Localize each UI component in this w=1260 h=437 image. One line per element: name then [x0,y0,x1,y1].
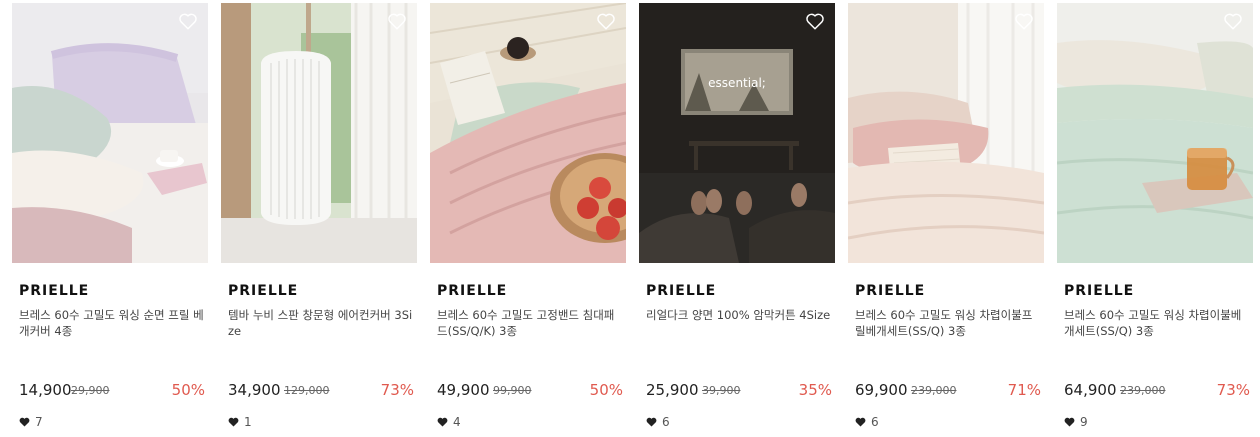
discount-rate: 50% [171,381,205,399]
like-count: 9 [1064,414,1088,430]
discount-rate: 73% [1216,381,1250,399]
original-price: 99,900 [493,384,532,397]
price-row: 69,900 239,000 71% [855,381,1041,401]
original-price: 29,900 [71,384,110,397]
discount-rate: 35% [798,381,832,399]
like-count: 1 [228,414,252,430]
price-row: 64,900 239,000 73% [1064,381,1250,401]
product-image[interactable] [848,3,1044,263]
lavender-frill-pillow-photo [12,3,208,263]
sale-price: 14,900 [19,381,72,399]
product-card[interactable]: PRIELLE 브레스 60수 고밀도 워싱 차렵이불베개세트(SS/Q) 3종… [1057,0,1253,437]
wishlist-heart-icon[interactable] [805,12,825,30]
product-card[interactable]: PRIELLE 템바 누비 스판 창문형 에어컨커버 3Size 34,900 … [221,0,417,437]
sale-price: 25,900 [646,381,699,399]
wishlist-heart-icon[interactable] [1014,12,1034,30]
projector-screen-text: essential; [708,76,766,90]
discount-rate: 73% [380,381,414,399]
product-title[interactable]: 브레스 60수 고밀도 워싱 순면 프릴 베개커버 4종 [19,307,205,339]
product-image[interactable] [1057,3,1253,263]
heart-filled-icon [228,417,239,427]
price-row: 25,900 39,900 35% [646,381,832,401]
product-image[interactable]: essential; [639,3,835,263]
mattress-pad-photo [430,3,626,263]
product-grid: PRIELLE 브레스 60수 고밀도 워싱 순면 프릴 베개커버 4종 14,… [0,0,1260,437]
like-count: 6 [855,414,879,430]
product-card[interactable]: PRIELLE 브레스 60수 고밀도 고정밴드 침대패드(SS/Q/K) 3종… [430,0,626,437]
sale-price: 69,900 [855,381,908,399]
like-count-value: 4 [453,415,461,429]
discount-rate: 50% [589,381,623,399]
heart-filled-icon [1064,417,1075,427]
original-price: 239,000 [911,384,957,397]
like-count-value: 7 [35,415,43,429]
brand-name: PRIELLE [228,283,299,299]
price-row: 49,900 99,900 50% [437,381,623,401]
discount-rate: 71% [1007,381,1041,399]
product-card[interactable]: PRIELLE 브레스 60수 고밀도 워싱 순면 프릴 베개커버 4종 14,… [12,0,208,437]
like-count: 4 [437,414,461,430]
heart-filled-icon [855,417,866,427]
product-title[interactable]: 브레스 60수 고밀도 워싱 차렵이불베개세트(SS/Q) 3종 [1064,307,1250,339]
original-price: 39,900 [702,384,741,397]
pink-bedding-set-photo [848,3,1044,263]
product-title[interactable]: 브레스 60수 고밀도 워싱 차렵이불프릴베개세트(SS/Q) 3종 [855,307,1041,339]
brand-name: PRIELLE [1064,283,1135,299]
wishlist-heart-icon[interactable] [596,12,616,30]
like-count-value: 6 [662,415,670,429]
product-image[interactable] [12,3,208,263]
product-image[interactable] [221,3,417,263]
heart-filled-icon [646,417,657,427]
like-count: 6 [646,414,670,430]
mint-bedding-photo [1057,3,1253,263]
heart-filled-icon [437,417,448,427]
product-title[interactable]: 브레스 60수 고밀도 고정밴드 침대패드(SS/Q/K) 3종 [437,307,623,339]
blackout-curtain-photo: essential; [639,3,835,263]
sale-price: 34,900 [228,381,281,399]
sale-price: 64,900 [1064,381,1117,399]
brand-name: PRIELLE [437,283,508,299]
wishlist-heart-icon[interactable] [387,12,407,30]
like-count-value: 6 [871,415,879,429]
product-title[interactable]: 템바 누비 스판 창문형 에어컨커버 3Size [228,307,414,339]
brand-name: PRIELLE [646,283,717,299]
heart-filled-icon [19,417,30,427]
like-count-value: 1 [244,415,252,429]
like-count-value: 9 [1080,415,1088,429]
price-row: 14,900 29,900 50% [19,381,205,401]
original-price: 239,000 [1120,384,1166,397]
product-card[interactable]: PRIELLE 브레스 60수 고밀도 워싱 차렵이불프릴베개세트(SS/Q) … [848,0,1044,437]
original-price: 129,000 [284,384,330,397]
brand-name: PRIELLE [19,283,90,299]
product-title[interactable]: 리얼다크 양면 100% 암막커튼 4Size [646,307,832,323]
like-count: 7 [19,414,43,430]
price-row: 34,900 129,000 73% [228,381,414,401]
window-ac-cover-photo [221,3,417,263]
wishlist-heart-icon[interactable] [178,12,198,30]
wishlist-heart-icon[interactable] [1223,12,1243,30]
product-card[interactable]: essential; PRIELLE 리얼다크 양면 100% 암막커튼 4Si… [639,0,835,437]
sale-price: 49,900 [437,381,490,399]
product-image[interactable] [430,3,626,263]
brand-name: PRIELLE [855,283,926,299]
